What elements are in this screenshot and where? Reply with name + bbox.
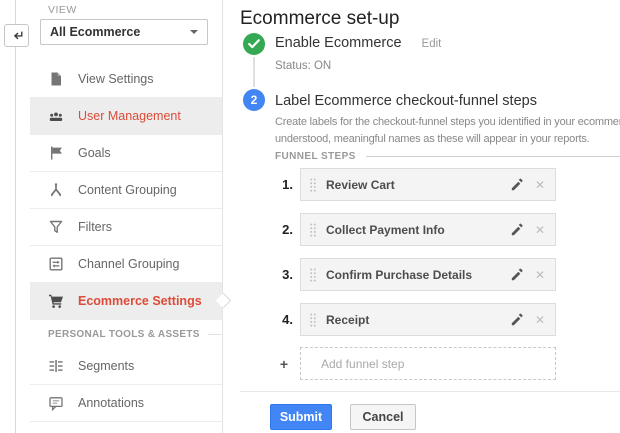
drag-handle-icon[interactable] [309, 312, 317, 328]
add-funnel-step-row: + Add funnel step [275, 347, 556, 380]
remove-step-icon[interactable]: ✕ [535, 269, 545, 281]
sidebar-item-label: Annotations [78, 396, 144, 410]
selected-item-arrow [216, 293, 232, 309]
sidebar-item-label: Goals [78, 146, 111, 160]
section-header-rule [208, 334, 222, 335]
sidebar-item-label: Segments [78, 359, 134, 373]
channel-grouping-icon [48, 256, 64, 272]
edit-pencil-icon[interactable] [510, 178, 524, 192]
sidebar-item-annotations[interactable]: Annotations [30, 385, 222, 422]
view-selector-value: All Ecommerce [50, 25, 190, 39]
sidebar-item-label: User Management [78, 109, 181, 123]
sidebar-item-label: Content Grouping [78, 183, 177, 197]
remove-step-icon[interactable]: ✕ [535, 314, 545, 326]
page-title: Ecommerce set-up [240, 8, 399, 30]
funnel-step-field[interactable]: Collect Payment Info ✕ [300, 213, 556, 246]
funnel-step-value: Confirm Purchase Details [326, 268, 472, 282]
sidebar-item-segments[interactable]: Segments [30, 348, 222, 385]
drag-handle-icon[interactable] [309, 222, 317, 238]
funnel-step-number: 1. [275, 177, 293, 192]
funnel-step-row: 1. Review Cart ✕ [275, 168, 556, 201]
view-section-label: VIEW [48, 4, 77, 16]
add-funnel-step-label: Add funnel step [321, 357, 404, 371]
sidebar-item-label: Ecommerce Settings [78, 294, 202, 308]
content-grouping-icon [48, 182, 64, 198]
sidebar-item-content-grouping[interactable]: Content Grouping [30, 172, 222, 209]
submit-button[interactable]: Submit [270, 404, 332, 430]
funnel-step-row: 2. Collect Payment Info ✕ [275, 213, 556, 246]
funnel-steps-label: FUNNEL STEPS [275, 151, 356, 162]
funnel-step-value: Review Cart [326, 178, 395, 192]
sidebar-item-view-settings[interactable]: View Settings [30, 61, 222, 98]
document-icon [48, 71, 64, 87]
sidebar-main-divider [222, 0, 223, 433]
flag-icon [48, 145, 64, 161]
sidebar-item-filters[interactable]: Filters [30, 209, 222, 246]
section-header-label: PERSONAL TOOLS & ASSETS [48, 329, 200, 340]
sidebar-item-ecommerce-settings[interactable]: Ecommerce Settings [30, 283, 222, 320]
funnel-step-value: Collect Payment Info [326, 223, 445, 237]
funnel-step-number: 4. [275, 312, 293, 327]
remove-step-icon[interactable]: ✕ [535, 179, 545, 191]
sidebar-item-goals[interactable]: Goals [30, 135, 222, 172]
sidebar-item-label: Channel Grouping [78, 257, 179, 271]
sidebar-section-header: PERSONAL TOOLS & ASSETS [30, 320, 222, 348]
users-icon [48, 108, 64, 124]
remove-step-icon[interactable]: ✕ [535, 224, 545, 236]
sidebar-menu: View Settings User Management Goals Cont… [30, 61, 222, 422]
sidebar-item-user-management[interactable]: User Management [30, 98, 222, 135]
sidebar-item-label: View Settings [78, 72, 154, 86]
funnel-step-value: Receipt [326, 313, 369, 327]
annotations-icon [48, 395, 64, 411]
drag-handle-icon[interactable] [309, 267, 317, 283]
funnel-step-field[interactable]: Confirm Purchase Details ✕ [300, 258, 556, 291]
back-arrow-icon [10, 29, 24, 42]
step1-title: Enable Ecommerce [275, 35, 402, 51]
funnel-step-field[interactable]: Receipt ✕ [300, 303, 556, 336]
edit-pencil-icon[interactable] [510, 223, 524, 237]
funnel-step-row: 4. Receipt ✕ [275, 303, 556, 336]
check-icon [248, 39, 260, 49]
step2-description-line1: Create labels for the checkout-funnel st… [275, 116, 620, 128]
edit-link[interactable]: Edit [422, 38, 442, 50]
sidebar-item-channel-grouping[interactable]: Channel Grouping [30, 246, 222, 283]
funnel-step-row: 3. Confirm Purchase Details ✕ [275, 258, 556, 291]
funnel-step-number: 3. [275, 267, 293, 282]
step2-description-line2: understood, meaningful names as these wi… [275, 133, 590, 145]
step2-number-badge: 2 [243, 89, 265, 111]
left-rail-divider [15, 0, 16, 433]
view-selector-dropdown[interactable]: All Ecommerce [40, 19, 208, 45]
step1-complete-badge [243, 33, 265, 55]
funnel-step-number: 2. [275, 222, 293, 237]
form-footer-divider [240, 391, 620, 392]
edit-pencil-icon[interactable] [510, 313, 524, 327]
step2-number: 2 [251, 93, 258, 107]
funnel-step-field[interactable]: Review Cart ✕ [300, 168, 556, 201]
sidebar-item-label: Filters [78, 220, 112, 234]
drag-handle-icon[interactable] [309, 177, 317, 193]
cancel-button[interactable]: Cancel [350, 404, 416, 430]
step2-title: Label Ecommerce checkout-funnel steps [275, 93, 537, 109]
filter-icon [48, 219, 64, 235]
step-connector-line [253, 57, 255, 87]
step1-status: Status: ON [275, 60, 331, 72]
back-button[interactable] [4, 24, 29, 47]
plus-icon[interactable]: + [275, 356, 293, 372]
caret-down-icon [190, 30, 198, 34]
funnel-steps-rule [366, 156, 620, 157]
cart-icon [48, 293, 64, 309]
edit-pencil-icon[interactable] [510, 268, 524, 282]
add-funnel-step-button[interactable]: Add funnel step [300, 347, 556, 380]
segments-icon [48, 358, 64, 374]
